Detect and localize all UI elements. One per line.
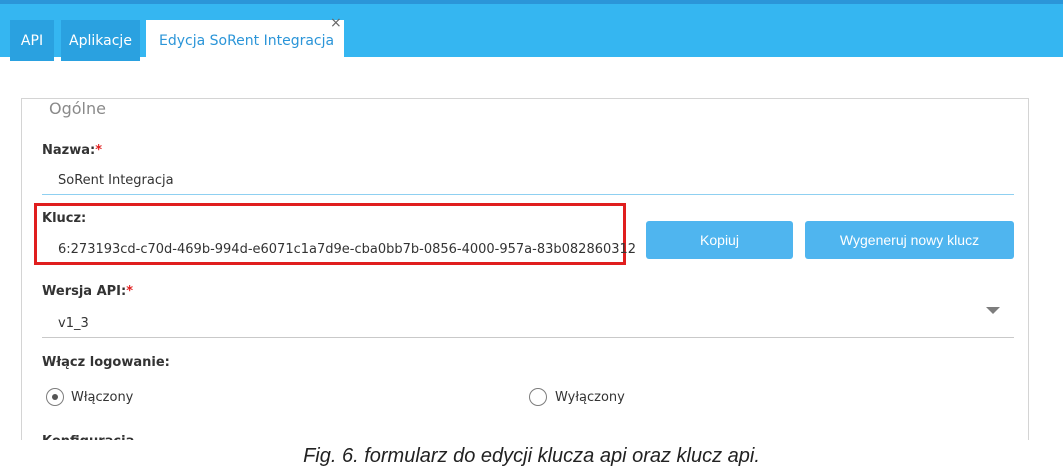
radio-enabled-label[interactable]: Włączony (71, 390, 133, 405)
tab-bar: API Aplikacje Edycja SoRent Integracja × (0, 4, 1063, 61)
chevron-down-icon[interactable] (986, 307, 1000, 314)
fieldset-legend: Ogólne (43, 99, 112, 118)
close-icon[interactable]: × (330, 16, 342, 30)
regenerate-key-button[interactable]: Wygeneruj nowy klucz (805, 221, 1014, 259)
key-field[interactable]: 6:273193cd-c70d-469b-994d-e6071c1a7d9e-c… (58, 242, 636, 257)
name-input[interactable]: SoRent Integracja (58, 173, 174, 188)
figure-caption: Fig. 6. formularz do edycji klucza api o… (303, 445, 760, 467)
key-label: Klucz: (42, 211, 87, 226)
required-mark: * (126, 284, 134, 299)
tab-api[interactable]: API (10, 20, 54, 61)
logging-label: Włącz logowanie: (42, 355, 170, 370)
name-label: Nazwa:* (42, 143, 103, 158)
tab-edycja-label: Edycja SoRent Integracja (159, 32, 335, 49)
radio-disabled-label[interactable]: Wyłączony (555, 390, 625, 405)
tab-api-label: API (20, 32, 44, 49)
radio-disabled[interactable] (529, 388, 547, 406)
radio-selected-dot (52, 394, 58, 400)
name-input-underline (42, 194, 1014, 195)
general-fieldset (21, 98, 1029, 458)
copy-button[interactable]: Kopiuj (646, 221, 793, 259)
radio-enabled[interactable] (46, 388, 64, 406)
tab-edycja[interactable]: Edycja SoRent Integracja (146, 20, 344, 61)
tab-aplikacje-label: Aplikacje (69, 32, 132, 49)
tab-aplikacje[interactable]: Aplikacje (61, 20, 140, 61)
api-version-select[interactable]: v1_3 (58, 316, 89, 331)
api-version-underline (42, 337, 1014, 338)
required-mark: * (95, 143, 103, 158)
partially-visible-label: Konfiguracja (42, 431, 134, 440)
api-version-label: Wersja API:* (42, 284, 134, 299)
